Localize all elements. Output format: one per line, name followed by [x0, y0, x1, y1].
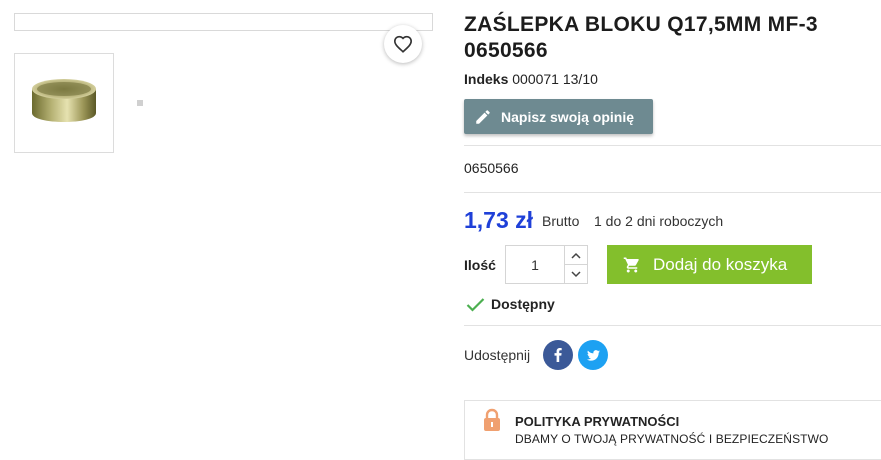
heart-icon — [393, 35, 413, 53]
write-review-button[interactable]: Napisz swoją opinię — [464, 99, 653, 134]
privacy-policy-box — [464, 400, 881, 460]
quantity-input[interactable] — [506, 246, 564, 283]
availability-status: Dostępny — [466, 296, 555, 312]
lock-icon — [482, 408, 502, 437]
index-label: Indeks — [464, 71, 509, 87]
pencil-icon — [476, 109, 490, 124]
quantity-arrows — [564, 246, 587, 283]
twitter-share-button[interactable] — [578, 340, 608, 370]
privacy-policy-text: DBAMY O TWOJĄ PRYWATNOŚĆ I BEZPIECZEŃSTW… — [515, 432, 829, 446]
facebook-share-button[interactable] — [543, 340, 573, 370]
check-icon — [466, 297, 485, 312]
main-image-frame[interactable] — [14, 13, 433, 31]
add-to-cart-button[interactable]: Dodaj do koszyka — [607, 245, 812, 284]
index-value: 000071 13/10 — [512, 71, 598, 87]
price-type: Brutto — [542, 213, 580, 229]
quantity-label: Ilość — [464, 257, 496, 273]
add-to-cart-label: Dodaj do koszyka — [653, 254, 788, 274]
chevron-up-icon — [571, 252, 581, 259]
cart-icon — [623, 257, 639, 272]
divider — [464, 325, 881, 326]
share-label: Udostępnij — [464, 347, 531, 363]
write-review-label: Napisz swoją opinię — [501, 108, 635, 125]
divider — [464, 192, 881, 193]
quantity-decrease-button[interactable] — [565, 265, 587, 283]
wishlist-button[interactable] — [384, 25, 422, 63]
divider — [464, 145, 881, 146]
privacy-policy-title: POLITYKA PRYWATNOŚCI — [515, 414, 680, 429]
twitter-icon — [586, 349, 600, 361]
product-thumbnail[interactable] — [14, 53, 114, 153]
gallery-indicator — [137, 100, 143, 106]
product-title: ZAŚLEPKA BLOKU Q17,5MM MF-3 0650566 — [464, 13, 818, 62]
delivery-time: 1 do 2 dni roboczych — [594, 213, 724, 229]
product-index: Indeks 000071 13/10 — [464, 71, 598, 87]
quantity-increase-button[interactable] — [565, 246, 587, 265]
quantity-stepper — [505, 245, 588, 284]
product-price: 1,73 zł — [464, 207, 534, 233]
product-reference: 0650566 — [464, 160, 519, 176]
chevron-down-icon — [571, 270, 581, 277]
availability-label: Dostępny — [491, 296, 555, 312]
facebook-icon — [554, 348, 562, 362]
blanking-plug-image — [32, 79, 96, 122]
